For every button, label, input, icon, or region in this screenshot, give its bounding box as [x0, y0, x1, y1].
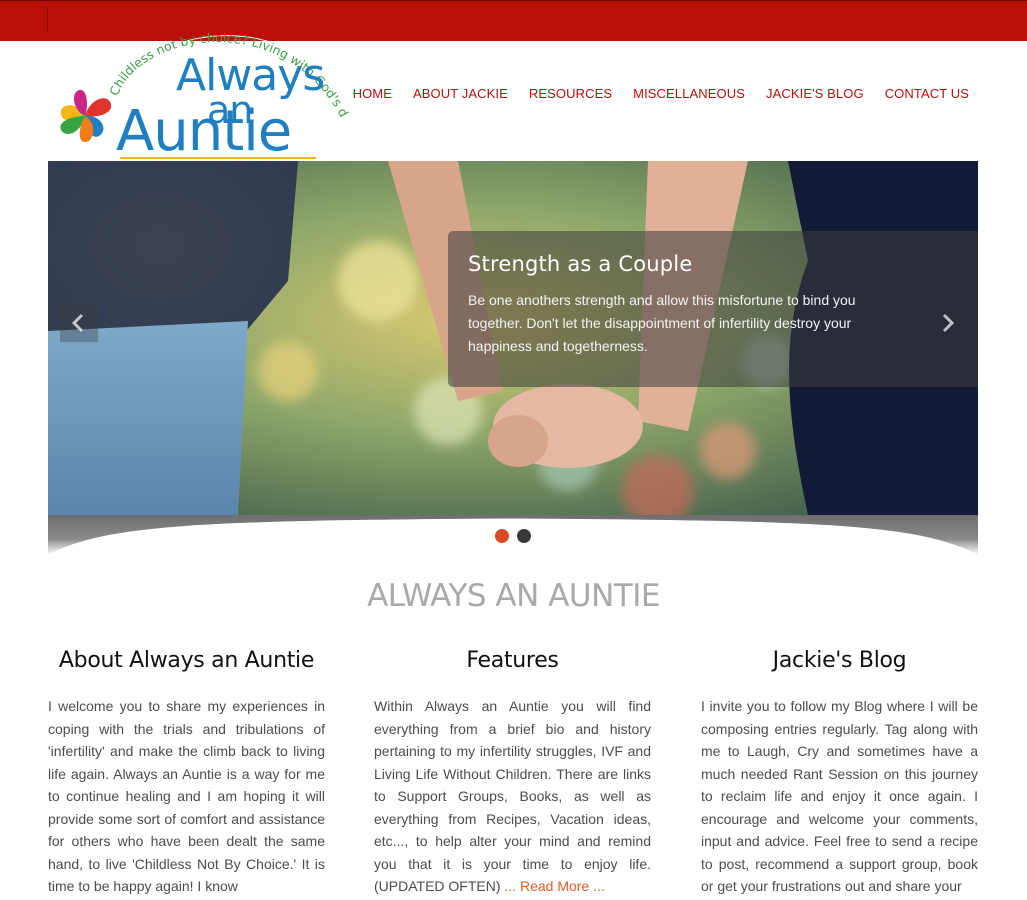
column-text: Within Always an Auntie you will find ev…: [374, 698, 651, 894]
chevron-right-icon: [942, 313, 955, 333]
slide-caption: Strength as a Couple Be one anothers str…: [448, 231, 978, 387]
section-title: ALWAYS AN AUNTIE: [367, 578, 660, 614]
chevron-left-icon: [71, 313, 84, 333]
column-heading: Jackie's Blog: [772, 648, 907, 673]
site-logo[interactable]: Childless not by choice? Living with God…: [50, 16, 355, 161]
nav-resources[interactable]: RESOURCES: [529, 86, 612, 101]
read-more-link[interactable]: ... Read More ...: [504, 878, 604, 894]
slider-dot-2[interactable]: [517, 529, 531, 543]
main-nav: HOME ABOUT JACKIE RESOURCES MISCELLANEOU…: [353, 86, 969, 101]
nav-home[interactable]: HOME: [353, 86, 392, 101]
nav-about-jackie[interactable]: ABOUT JACKIE: [413, 86, 508, 101]
slider-next-button[interactable]: [928, 304, 966, 342]
nav-contact-us[interactable]: CONTACT US: [885, 86, 969, 101]
column-heading: Features: [466, 648, 559, 673]
slider-prev-button[interactable]: [60, 304, 98, 342]
hero-slider[interactable]: Strength as a Couple Be one anothers str…: [48, 161, 978, 515]
column-text: I welcome you to share my experiences in…: [48, 698, 325, 894]
slide-title: Strength as a Couple: [468, 252, 693, 276]
column-features: Features Within Always an Auntie you wil…: [374, 648, 651, 898]
slider-pagination: [495, 529, 531, 543]
nav-jackies-blog[interactable]: JACKIE'S BLOG: [766, 86, 864, 101]
column-about: About Always an Auntie I welcome you to …: [48, 648, 325, 898]
nav-miscellaneous[interactable]: MISCELLANEOUS: [633, 86, 745, 101]
top-bar-divider: [47, 7, 48, 33]
column-text: I invite you to follow my Blog where I w…: [701, 698, 978, 894]
slide-text: Be one anothers strength and allow this …: [468, 292, 856, 354]
column-heading: About Always an Auntie: [58, 648, 315, 673]
column-blog: Jackie's Blog I invite you to follow my …: [701, 648, 978, 898]
slider-dot-1[interactable]: [495, 529, 509, 543]
logo-word-auntie: Auntie: [116, 99, 292, 164]
